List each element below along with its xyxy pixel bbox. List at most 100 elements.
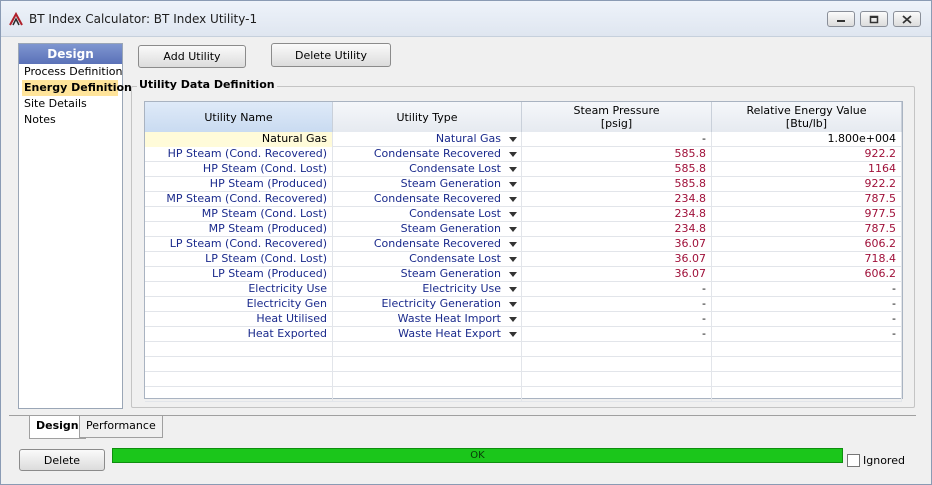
title-bar[interactable]: BT Index Calculator: BT Index Utility-1 (1, 1, 931, 37)
relative-energy-cell[interactable]: 922.2 (712, 147, 902, 162)
utility-name-cell[interactable]: Electricity Gen (145, 297, 333, 312)
minimize-button[interactable] (827, 11, 855, 27)
empty-cell[interactable] (522, 387, 712, 402)
column-header-steam-pressure[interactable]: Steam Pressure [psig] (522, 102, 712, 132)
empty-cell[interactable] (333, 387, 522, 402)
utility-name-cell[interactable]: HP Steam (Cond. Recovered) (145, 147, 333, 162)
relative-energy-cell[interactable]: 922.2 (712, 177, 902, 192)
empty-cell[interactable] (522, 372, 712, 387)
relative-energy-cell[interactable]: 718.4 (712, 252, 902, 267)
relative-energy-cell[interactable]: 1.800e+004 (712, 132, 902, 147)
utility-type-dropdown[interactable] (504, 222, 521, 236)
ignored-checkbox[interactable] (847, 454, 860, 467)
utility-name-cell[interactable]: MP Steam (Cond. Recovered) (145, 192, 333, 207)
restore-button[interactable] (860, 11, 888, 27)
empty-cell[interactable] (145, 342, 333, 357)
steam-pressure-cell[interactable]: - (522, 282, 712, 297)
table-row[interactable]: LP Steam (Cond. Recovered) Condensate Rec… (145, 237, 902, 252)
column-header-utility-name[interactable]: Utility Name (145, 102, 333, 132)
table-row[interactable]: LP Steam (Cond. Lost) Condensate Lost 36.0… (145, 252, 902, 267)
relative-energy-cell[interactable]: 787.5 (712, 222, 902, 237)
steam-pressure-cell[interactable]: - (522, 297, 712, 312)
column-header-relative-energy-value[interactable]: Relative Energy Value [Btu/lb] (712, 102, 902, 132)
utility-type-dropdown[interactable] (504, 237, 521, 251)
empty-cell[interactable] (712, 357, 902, 372)
utility-type-cell[interactable]: Condensate Lost (333, 162, 522, 177)
utility-type-dropdown[interactable] (504, 132, 521, 146)
utility-name-cell[interactable]: LP Steam (Produced) (145, 267, 333, 282)
tab-design[interactable]: Design (29, 416, 86, 439)
steam-pressure-cell[interactable]: - (522, 327, 712, 342)
utility-name-cell[interactable]: Electricity Use (145, 282, 333, 297)
empty-cell[interactable] (712, 372, 902, 387)
empty-cell[interactable] (145, 372, 333, 387)
relative-energy-cell[interactable]: 977.5 (712, 207, 902, 222)
utility-type-cell[interactable]: Electricity Use (333, 282, 522, 297)
empty-cell[interactable] (145, 387, 333, 402)
empty-cell[interactable] (522, 357, 712, 372)
utility-type-cell[interactable]: Condensate Recovered (333, 192, 522, 207)
utility-name-cell[interactable]: MP Steam (Cond. Lost) (145, 207, 333, 222)
empty-cell[interactable] (333, 372, 522, 387)
relative-energy-cell[interactable]: - (712, 312, 902, 327)
utility-type-dropdown[interactable] (504, 312, 521, 326)
utility-type-dropdown[interactable] (504, 177, 521, 191)
utility-type-cell[interactable]: Waste Heat Export (333, 327, 522, 342)
utility-type-dropdown[interactable] (504, 207, 521, 221)
table-row[interactable]: HP Steam (Produced) Steam Generation 585.8… (145, 177, 902, 192)
table-row[interactable]: Heat Exported Waste Heat Export - - (145, 327, 902, 342)
empty-table-row[interactable] (145, 342, 902, 357)
utility-name-cell[interactable]: HP Steam (Produced) (145, 177, 333, 192)
nav-item-energy-definition[interactable]: Energy Definition (22, 80, 132, 96)
utility-type-cell[interactable]: Steam Generation (333, 222, 522, 237)
steam-pressure-cell[interactable]: 585.8 (522, 147, 712, 162)
relative-energy-cell[interactable]: 606.2 (712, 237, 902, 252)
utility-name-cell[interactable]: MP Steam (Produced) (145, 222, 333, 237)
table-row[interactable]: MP Steam (Cond. Recovered) Condensate Rec… (145, 192, 902, 207)
utility-type-dropdown[interactable] (504, 192, 521, 206)
utility-type-cell[interactable]: Waste Heat Import (333, 312, 522, 327)
delete-button[interactable]: Delete (19, 449, 105, 471)
utility-type-cell[interactable]: Steam Generation (333, 177, 522, 192)
utility-type-cell[interactable]: Condensate Recovered (333, 147, 522, 162)
steam-pressure-cell[interactable]: - (522, 132, 712, 147)
table-row[interactable]: LP Steam (Produced) Steam Generation 36.07… (145, 267, 902, 282)
utility-name-cell[interactable]: LP Steam (Cond. Lost) (145, 252, 333, 267)
steam-pressure-cell[interactable]: 234.8 (522, 222, 712, 237)
steam-pressure-cell[interactable]: 36.07 (522, 252, 712, 267)
column-header-utility-type[interactable]: Utility Type (333, 102, 522, 132)
steam-pressure-cell[interactable]: 585.8 (522, 162, 712, 177)
empty-table-row[interactable] (145, 387, 902, 402)
nav-item-notes[interactable]: Notes (19, 112, 122, 128)
add-utility-button[interactable]: Add Utility (138, 45, 246, 68)
relative-energy-cell[interactable]: 1164 (712, 162, 902, 177)
utility-name-cell[interactable]: Heat Utilised (145, 312, 333, 327)
utility-type-cell[interactable]: Electricity Generation (333, 297, 522, 312)
utility-name-cell[interactable]: LP Steam (Cond. Recovered) (145, 237, 333, 252)
utility-type-cell[interactable]: Condensate Recovered (333, 237, 522, 252)
empty-cell[interactable] (145, 357, 333, 372)
steam-pressure-cell[interactable]: 234.8 (522, 207, 712, 222)
empty-cell[interactable] (333, 342, 522, 357)
empty-cell[interactable] (712, 387, 902, 402)
empty-table-row[interactable] (145, 357, 902, 372)
table-row[interactable]: Electricity Gen Electricity Generation - - (145, 297, 902, 312)
utility-type-dropdown[interactable] (504, 327, 521, 341)
table-row[interactable]: Heat Utilised Waste Heat Import - - (145, 312, 902, 327)
utility-type-dropdown[interactable] (504, 282, 521, 296)
relative-energy-cell[interactable]: - (712, 282, 902, 297)
utility-name-cell[interactable]: HP Steam (Cond. Lost) (145, 162, 333, 177)
utility-type-dropdown[interactable] (504, 147, 521, 161)
steam-pressure-cell[interactable]: 36.07 (522, 267, 712, 282)
steam-pressure-cell[interactable]: 36.07 (522, 237, 712, 252)
delete-utility-button[interactable]: Delete Utility (271, 43, 391, 67)
relative-energy-cell[interactable]: 787.5 (712, 192, 902, 207)
table-row[interactable]: Natural Gas Natural Gas -1.800e+004 (145, 132, 902, 147)
steam-pressure-cell[interactable]: - (522, 312, 712, 327)
utility-type-dropdown[interactable] (504, 252, 521, 266)
table-row[interactable]: HP Steam (Cond. Lost) Condensate Lost 585.… (145, 162, 902, 177)
relative-energy-cell[interactable]: 606.2 (712, 267, 902, 282)
utility-name-cell[interactable]: Heat Exported (145, 327, 333, 342)
table-row[interactable]: MP Steam (Produced) Steam Generation 234.8… (145, 222, 902, 237)
utility-type-dropdown[interactable] (504, 162, 521, 176)
